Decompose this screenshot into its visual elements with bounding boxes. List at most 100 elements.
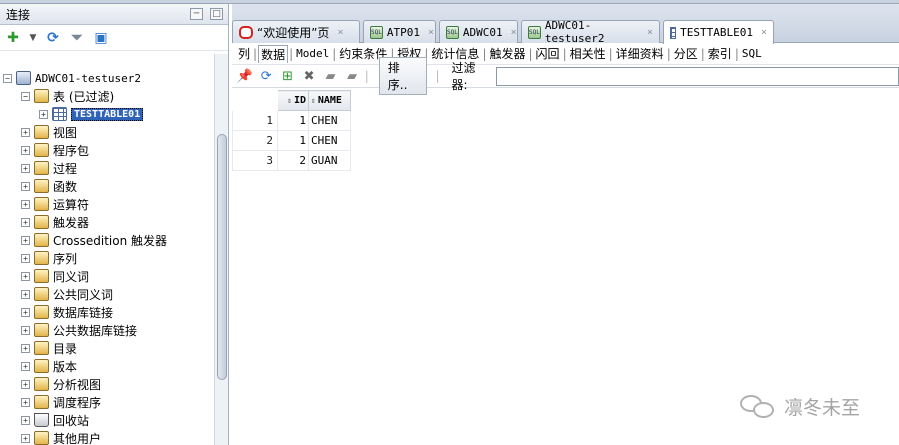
insert-row-icon[interactable]: ⊞ — [279, 67, 296, 85]
filter-input[interactable] — [496, 66, 899, 86]
expand-toggle[interactable]: + — [21, 145, 30, 155]
tree-node-sequences[interactable]: + 序列 — [21, 249, 77, 267]
expand-toggle[interactable]: + — [21, 163, 30, 173]
refresh-icon[interactable]: ⟳ — [44, 29, 62, 47]
view-icon — [34, 125, 49, 139]
sort-icon: ⇕ — [287, 96, 292, 105]
cell-name[interactable]: GUAN — [308, 150, 351, 171]
add-connection-icon[interactable]: ✚ — [4, 29, 22, 47]
expand-toggle[interactable]: + — [21, 235, 30, 245]
sequence-icon — [34, 251, 49, 265]
tree-node-directories[interactable]: + 目录 — [21, 339, 77, 357]
tree-node-procedures[interactable]: + 过程 — [21, 159, 77, 177]
tab-atp01[interactable]: SQL ATP01 × — [363, 20, 436, 43]
expand-toggle[interactable]: + — [21, 343, 30, 353]
subtab-sql[interactable]: SQL — [740, 47, 764, 60]
tree-node-analytic-views[interactable]: + 分析视图 — [21, 375, 101, 393]
procedure-icon — [34, 161, 49, 175]
subtab-triggers[interactable]: 触发器 — [487, 45, 527, 62]
subtab-partitions[interactable]: 分区 — [672, 45, 700, 62]
column-header-name[interactable]: ⇕ NAME — [308, 90, 351, 111]
pin-icon[interactable]: 📌 — [236, 67, 253, 85]
subtab-details[interactable]: 详细资料 — [614, 45, 666, 62]
expand-toggle[interactable]: + — [21, 307, 30, 317]
column-header-id[interactable]: ⇕ ID — [277, 90, 309, 111]
close-tab-icon[interactable]: × — [337, 27, 343, 38]
subtab-flashback[interactable]: 闪回 — [534, 45, 562, 62]
tree-node-operators[interactable]: + 运算符 — [21, 195, 89, 213]
tree-node-connection[interactable]: − ADWC01-testuser2 — [3, 69, 141, 87]
tree-node-scheduler[interactable]: + 调度程序 — [21, 393, 101, 411]
expand-toggle[interactable]: + — [21, 325, 30, 335]
expand-toggle[interactable]: + — [21, 271, 30, 281]
subtab-indexes[interactable]: 索引 — [706, 45, 734, 62]
expand-toggle[interactable]: + — [21, 253, 30, 263]
cell-name[interactable]: CHEN — [308, 110, 351, 131]
delete-row-icon[interactable]: ✖ — [300, 67, 317, 85]
tree-node-packages[interactable]: + 程序包 — [21, 141, 89, 159]
tab-adwc01[interactable]: SQL ADWC01 × — [439, 20, 518, 43]
commit-icon[interactable]: ▰ — [322, 67, 339, 85]
tree-node-other-users[interactable]: + 其他用户 — [21, 429, 101, 445]
tree-node-functions[interactable]: + 函数 — [21, 177, 77, 195]
cell-name[interactable]: CHEN — [308, 130, 351, 151]
schema-browser-icon[interactable]: ▣ — [92, 29, 110, 47]
tree-node-editions[interactable]: + 版本 — [21, 357, 77, 375]
expand-toggle[interactable]: + — [21, 433, 30, 443]
tree-node-synonyms[interactable]: + 同义词 — [21, 267, 89, 285]
cell-id[interactable]: 2 — [277, 150, 309, 171]
maximize-panel-icon[interactable]: □ — [210, 8, 223, 20]
subtab-columns[interactable]: 列 — [236, 45, 252, 62]
subtab-model[interactable]: Model — [294, 47, 331, 60]
collapse-toggle[interactable]: − — [21, 91, 30, 101]
expand-toggle[interactable]: + — [21, 181, 30, 191]
row-number: 1 — [232, 110, 278, 131]
expand-toggle[interactable]: + — [21, 379, 30, 389]
tree-node-public-synonyms[interactable]: + 公共同义词 — [21, 285, 113, 303]
expand-toggle[interactable]: + — [21, 199, 30, 209]
close-tab-icon[interactable]: × — [761, 27, 767, 38]
tree-node-recycle-bin[interactable]: + 回收站 — [21, 411, 89, 429]
filter-icon[interactable]: ⏷ — [68, 29, 86, 47]
tree-node-public-db-links[interactable]: + 公共数据库链接 — [21, 321, 137, 339]
expand-toggle[interactable]: + — [21, 415, 30, 425]
close-tab-icon[interactable]: × — [511, 27, 517, 38]
sort-button[interactable]: 排序.. — [378, 57, 428, 95]
tab-welcome-page[interactable]: “欢迎使用”页 × — [232, 20, 360, 43]
refresh-icon[interactable]: ⟳ — [257, 67, 274, 85]
tab-testtable01[interactable]: TESTTABLE01 × — [663, 20, 774, 44]
table-row[interactable]: 2 1 CHEN — [232, 130, 351, 151]
expand-toggle[interactable]: + — [21, 127, 30, 137]
tree-vertical-scrollbar[interactable] — [214, 54, 228, 445]
tab-adwc01-testuser2[interactable]: SQL ADWC01-testuser2 × — [521, 19, 660, 45]
minimize-panel-icon[interactable]: ─ — [190, 8, 203, 20]
connections-panel-header: 连接 ─ □ — [0, 4, 228, 25]
cell-id[interactable]: 1 — [277, 130, 309, 151]
selected-table-label: TESTTABLE01 — [71, 107, 144, 121]
tree-node-testtable01[interactable]: + TESTTABLE01 — [39, 105, 144, 123]
public-db-link-icon — [34, 323, 49, 337]
scrollbar-thumb[interactable] — [217, 134, 227, 380]
expand-toggle[interactable]: + — [21, 361, 30, 371]
expand-toggle[interactable]: + — [39, 109, 48, 119]
subtab-data[interactable]: 数据 — [258, 44, 289, 63]
close-tab-icon[interactable]: × — [647, 27, 653, 38]
collapse-toggle[interactable]: − — [3, 73, 12, 83]
dropdown-arrow-icon[interactable]: ▼ — [28, 29, 38, 47]
table-row[interactable]: 1 1 CHEN — [232, 110, 351, 131]
subtab-dependencies[interactable]: 相关性 — [568, 45, 608, 62]
expand-toggle[interactable]: + — [21, 289, 30, 299]
expand-toggle[interactable]: + — [21, 217, 30, 227]
tree-node-crossedition-triggers[interactable]: + Crossedition 触发器 — [21, 231, 167, 249]
tree-node-triggers[interactable]: + 触发器 — [21, 213, 89, 231]
table-row[interactable]: 3 2 GUAN — [232, 150, 351, 171]
tree-node-tables[interactable]: − 表 (已过滤) — [21, 87, 114, 105]
cell-id[interactable]: 1 — [277, 110, 309, 131]
tree-node-db-links[interactable]: + 数据库链接 — [21, 303, 113, 321]
tree-node-views[interactable]: + 视图 — [21, 123, 77, 141]
close-tab-icon[interactable]: × — [428, 27, 434, 38]
rollback-icon[interactable]: ▰ — [343, 67, 360, 85]
sql-worksheet-icon: SQL — [528, 25, 541, 39]
expand-toggle[interactable]: + — [21, 397, 30, 407]
synonym-icon — [34, 269, 49, 283]
